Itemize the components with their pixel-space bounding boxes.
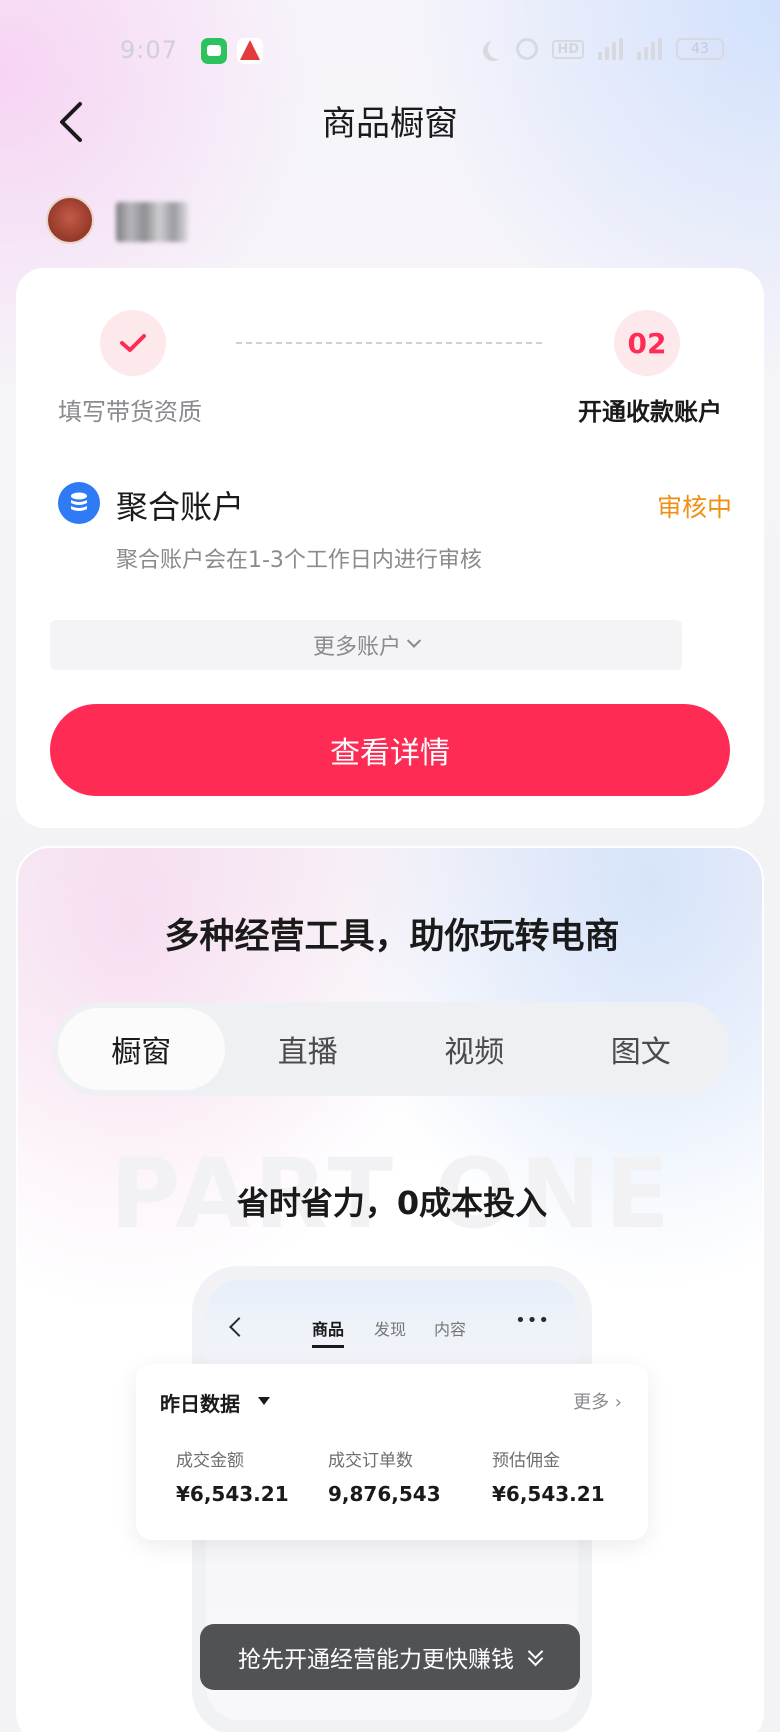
tools-heading: 多种经营工具，助你玩转电商 bbox=[164, 917, 620, 957]
step-number: 02 bbox=[614, 310, 680, 376]
status-badge: 审核中 bbox=[656, 493, 732, 522]
signal-icon bbox=[637, 38, 662, 60]
status-time: 9:07 bbox=[120, 36, 178, 64]
more-accounts-button[interactable]: 更多账户 bbox=[50, 620, 682, 670]
metric-label: 成交金额 bbox=[176, 1451, 244, 1471]
more-dots-icon: ••• bbox=[515, 1310, 550, 1331]
username-blurred bbox=[116, 202, 188, 242]
toast-text: 抢先开通经营能力更快赚钱 bbox=[238, 1647, 514, 1673]
account-title: 聚合账户 bbox=[116, 488, 245, 526]
metric-value: ¥6,543.21 bbox=[176, 1482, 289, 1506]
tab-live[interactable]: 直播 bbox=[225, 1008, 392, 1090]
step-done-indicator bbox=[100, 310, 166, 376]
view-details-button[interactable]: 查看详情 bbox=[50, 704, 730, 796]
phone-tab-products: 商品 bbox=[312, 1316, 345, 1348]
stats-more-link: 更多 › bbox=[573, 1392, 622, 1413]
check-icon bbox=[120, 334, 146, 352]
metric-value: 9,876,543 bbox=[328, 1482, 441, 1506]
tools-tabs: 橱窗 直播 视频 图文 bbox=[52, 1002, 730, 1096]
status-icons: HD 43 bbox=[482, 38, 724, 60]
chevron-left-icon bbox=[229, 1317, 249, 1337]
phone-tab-discover: 发现 bbox=[374, 1320, 407, 1339]
phone-tab-content: 内容 bbox=[434, 1320, 467, 1339]
tab-image-text[interactable]: 图文 bbox=[558, 1008, 725, 1090]
tab-showcase[interactable]: 橱窗 bbox=[58, 1008, 225, 1090]
stats-title: 昨日数据 bbox=[160, 1392, 240, 1416]
step-label-payment-account: 开通收款账户 bbox=[578, 398, 722, 426]
double-chevron-down-icon bbox=[528, 1648, 542, 1666]
metric-label: 成交订单数 bbox=[328, 1451, 413, 1471]
app-notification-icon bbox=[237, 38, 263, 64]
metric-label: 预估佣金 bbox=[492, 1451, 560, 1471]
step-label-qualification: 填写带货资质 bbox=[58, 398, 202, 426]
metric-value: ¥6,543.21 bbox=[492, 1482, 605, 1506]
part-title: 省时省力，0成本投入 bbox=[236, 1184, 548, 1222]
step-connector bbox=[236, 342, 542, 344]
caret-down-icon bbox=[258, 1397, 270, 1405]
tab-video[interactable]: 视频 bbox=[391, 1008, 558, 1090]
alarm-icon bbox=[516, 38, 539, 60]
open-capabilities-toast[interactable]: 抢先开通经营能力更快赚钱 bbox=[200, 1624, 580, 1690]
account-setup-card: 02 填写带货资质 开通收款账户 聚合账户 审核中 聚合账户会在1-3个工作日内… bbox=[16, 268, 764, 828]
moon-icon bbox=[488, 39, 508, 59]
database-icon bbox=[58, 482, 100, 524]
stats-card: 昨日数据 更多 › 成交金额 ¥6,543.21 成交订单数 9,876,543… bbox=[136, 1364, 648, 1540]
account-description: 聚合账户会在1-3个工作日内进行审核 bbox=[116, 548, 482, 573]
wechat-notification-icon bbox=[201, 38, 227, 64]
tools-promo-card: 多种经营工具，助你玩转电商 橱窗 直播 视频 图文 PART ONE 省时省力，… bbox=[16, 846, 764, 1732]
signal-icon bbox=[598, 38, 623, 60]
status-bar: 9:07 HD 43 bbox=[0, 30, 780, 74]
battery-icon: 43 bbox=[676, 38, 724, 60]
chevron-down-icon bbox=[406, 633, 422, 648]
page-title: 商品橱窗 bbox=[322, 104, 458, 144]
hd-icon: HD bbox=[552, 39, 584, 59]
avatar[interactable] bbox=[46, 196, 94, 244]
more-accounts-label: 更多账户 bbox=[312, 635, 401, 660]
